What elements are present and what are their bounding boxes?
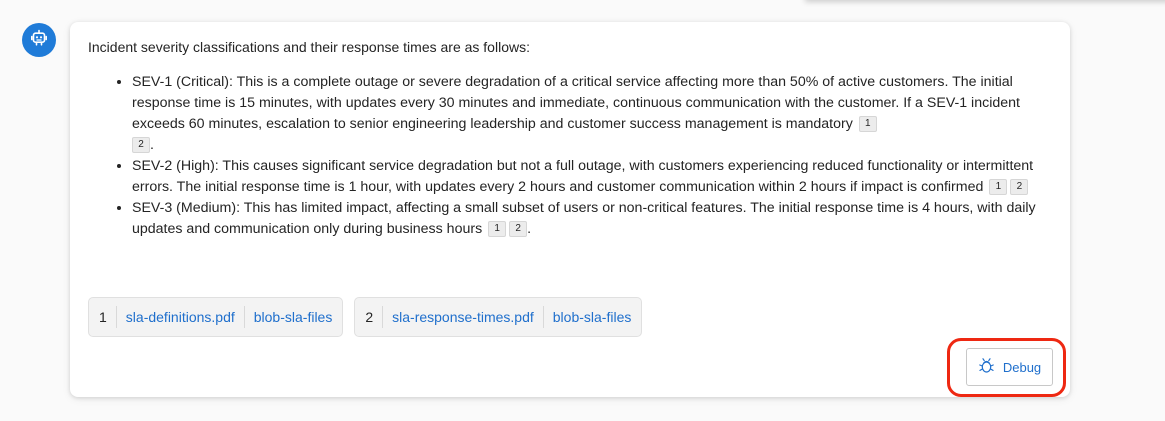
debug-button[interactable]: Debug bbox=[966, 348, 1053, 386]
list-item-text: SEV-2 (High): This causes significant se… bbox=[132, 158, 1034, 195]
list-item: SEV-1 (Critical): This is a complete out… bbox=[132, 72, 1057, 156]
source-number: 2 bbox=[365, 309, 374, 325]
citation-marker[interactable]: 1 bbox=[989, 179, 1008, 195]
debug-button-label: Debug bbox=[1002, 359, 1042, 375]
list-item-text: SEV-3 (Medium): This has limited impact,… bbox=[132, 200, 1036, 237]
list-item-suffix: . bbox=[527, 221, 532, 237]
source-file-link[interactable]: sla-definitions.pdf bbox=[115, 306, 244, 328]
citation-marker[interactable]: 1 bbox=[858, 116, 877, 132]
answer-intro: Incident severity classifications and th… bbox=[88, 39, 530, 55]
source-file-link[interactable]: sla-response-times.pdf bbox=[382, 306, 543, 328]
severity-list: SEV-1 (Critical): This is a complete out… bbox=[114, 72, 1057, 240]
source-container-link[interactable]: blob-sla-files bbox=[243, 306, 332, 328]
bot-icon bbox=[30, 29, 48, 52]
source-references: 1 sla-definitions.pdf blob-sla-files 2 s… bbox=[88, 297, 643, 337]
bug-icon bbox=[978, 357, 995, 377]
list-item-text: SEV-1 (Critical): This is a complete out… bbox=[132, 74, 1020, 132]
assistant-message-card: Incident severity classifications and th… bbox=[70, 22, 1070, 397]
source-number: 1 bbox=[99, 309, 107, 325]
source-container-link[interactable]: blob-sla-files bbox=[542, 306, 631, 328]
source-chip: 1 sla-definitions.pdf blob-sla-files bbox=[88, 297, 344, 337]
list-item-suffix: . bbox=[150, 137, 154, 153]
assistant-avatar bbox=[22, 23, 56, 57]
list-item: SEV-3 (Medium): This has limited impact,… bbox=[132, 198, 1057, 240]
citation-marker[interactable]: 2 bbox=[1010, 179, 1029, 195]
source-chip: 2 sla-response-times.pdf blob-sla-files bbox=[354, 297, 643, 337]
citation-marker[interactable]: 2 bbox=[509, 221, 528, 237]
list-item: SEV-2 (High): This causes significant se… bbox=[132, 156, 1057, 198]
citation-marker[interactable]: 2 bbox=[132, 137, 150, 153]
citation-marker[interactable]: 1 bbox=[488, 221, 507, 237]
